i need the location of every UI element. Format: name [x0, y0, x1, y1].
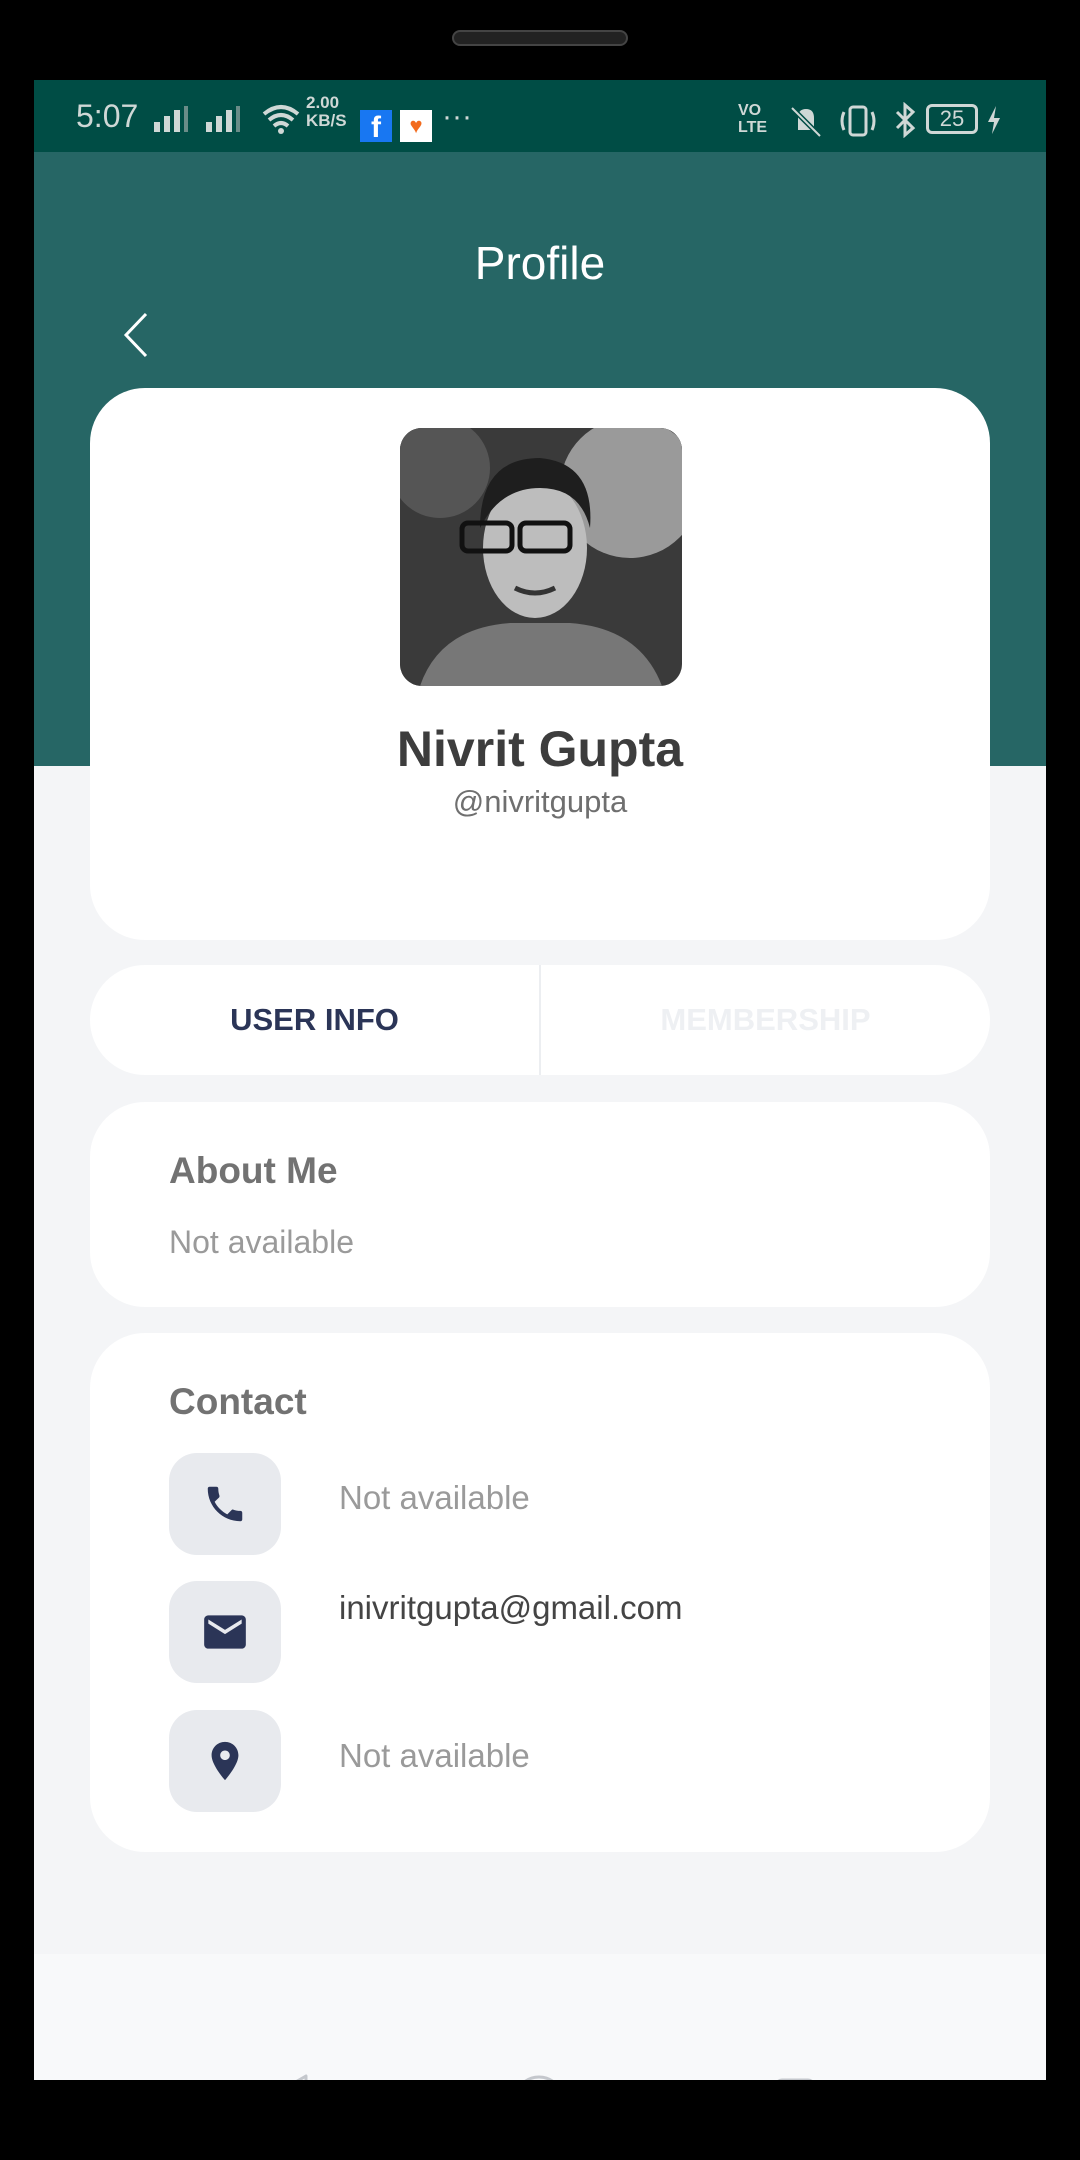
about-card: About Me Not available [90, 1102, 990, 1307]
contact-title: Contact [169, 1381, 307, 1422]
wifi-icon [262, 105, 300, 134]
tab-membership[interactable]: MEMBERSHIP [541, 965, 990, 1075]
signal-icon [154, 106, 240, 132]
phone-button[interactable] [169, 1453, 281, 1555]
email-text[interactable]: inivritgupta@gmail.com [339, 1589, 682, 1627]
about-text: Not available [169, 1224, 354, 1260]
location-icon [211, 1741, 239, 1781]
avatar-photo [400, 428, 682, 686]
tab-user-info[interactable]: USER INFO [90, 965, 541, 1075]
status-time: 5:07 [76, 98, 139, 134]
email-icon [204, 1615, 246, 1649]
phone-icon [207, 1486, 243, 1522]
net-speed-unit: KB/S [306, 111, 347, 130]
vibrate-icon [840, 105, 876, 137]
navigation-bar [34, 1954, 1046, 2080]
contact-card: Contact Not available inivritgupta@gmail… [90, 1333, 990, 1852]
avatar [400, 428, 682, 686]
bluetooth-icon [895, 102, 916, 138]
phone-speaker [452, 30, 628, 46]
status-bar: 5:07 2.00 KB/S f ♥ ··· VO LTE 25 [34, 80, 1046, 152]
aarogya-setu-icon: ♥ [400, 110, 432, 142]
net-speed: 2.00 KB/S [306, 94, 347, 130]
more-notifications: ··· [442, 100, 472, 133]
chevron-left-icon[interactable] [116, 310, 156, 360]
home-circle-icon[interactable] [512, 2074, 566, 2080]
page-title: Profile [474, 237, 606, 289]
recents-square-icon[interactable] [772, 2076, 818, 2080]
profile-name: Nivrit Gupta [396, 721, 684, 777]
profile-handle: @nivritgupta [452, 784, 628, 819]
screen: 5:07 2.00KB/S f ♥ ··· VO LTE 25 Profile [34, 80, 1046, 2080]
email-button[interactable] [169, 1581, 281, 1683]
mute-icon [790, 106, 822, 138]
location-button[interactable] [169, 1710, 281, 1812]
profile-card: Nivrit Gupta @nivritgupta [90, 388, 990, 940]
tab-bar: USER INFO MEMBERSHIP [90, 965, 990, 1075]
about-title: About Me [169, 1150, 338, 1191]
back-triangle-icon[interactable] [262, 2072, 312, 2080]
location-text: Not available [339, 1737, 530, 1774]
net-speed-value: 2.00 [306, 93, 340, 112]
phone-text: Not available [339, 1479, 530, 1516]
battery-icon: 25 [926, 104, 978, 134]
volte-icon: VO LTE [738, 102, 768, 136]
charging-icon [988, 106, 1000, 134]
facebook-icon: f [360, 110, 392, 144]
